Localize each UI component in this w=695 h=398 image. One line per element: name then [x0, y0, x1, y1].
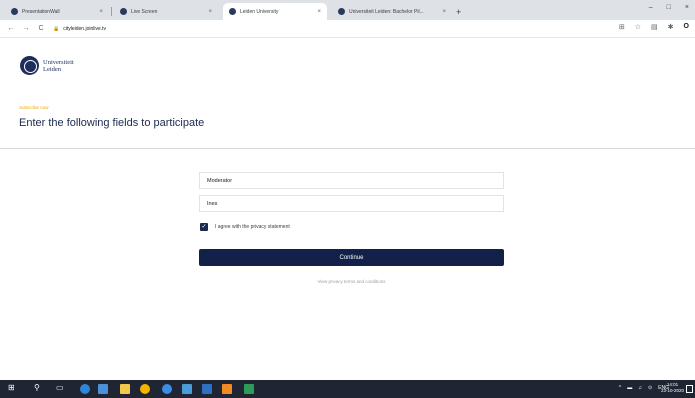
- logo-line-1: Universiteit: [43, 58, 74, 66]
- clock-date: 23-10-2020: [660, 388, 684, 393]
- search-icon[interactable]: ⚲: [34, 383, 40, 392]
- privacy-checkbox-label[interactable]: I agree with the privacy statement: [215, 224, 290, 230]
- screen: PresentationWall × Live Screen × Leiden …: [0, 0, 695, 398]
- edge-icon[interactable]: [80, 384, 90, 394]
- reload-icon[interactable]: C: [37, 25, 45, 32]
- chrome-icon[interactable]: [140, 384, 150, 394]
- name-field[interactable]: [199, 195, 504, 212]
- back-icon[interactable]: ←: [7, 25, 15, 32]
- slack-icon[interactable]: [182, 384, 192, 394]
- page-content: Universiteit Leiden Subscribe now Enter …: [0, 38, 695, 380]
- tab-presentationwall[interactable]: PresentationWall ×: [5, 3, 112, 20]
- tab-label: Universiteit Leiden: Bachelor Pil...: [349, 8, 424, 15]
- header-divider: [0, 148, 695, 149]
- tab-universiteit-leiden-bachelor[interactable]: Universiteit Leiden: Bachelor Pil... ×: [332, 3, 452, 20]
- outlook-icon[interactable]: [202, 384, 212, 394]
- privacy-terms-link[interactable]: View privacy terms and conditions: [199, 279, 504, 284]
- vlc-icon[interactable]: [222, 384, 232, 394]
- new-tab-button[interactable]: +: [456, 3, 461, 20]
- network-icon[interactable]: ⊙: [648, 385, 652, 391]
- privacy-consent[interactable]: ✓ I agree with the privacy statement: [200, 223, 290, 231]
- logo-line-2: Leiden: [43, 65, 62, 73]
- page-title: Enter the following fields to participat…: [19, 117, 205, 129]
- logo-wordmark: Universiteit Leiden: [43, 59, 74, 73]
- subscribe-eyebrow: Subscribe now: [19, 105, 49, 110]
- tab-separator: [111, 7, 112, 16]
- address-bar-row: ← → C 🔒 cityleiden.joinlive.tv ⊞ ☆ ▤ ✱ O: [0, 20, 695, 38]
- volume-icon[interactable]: ♫: [638, 385, 642, 391]
- forward-icon[interactable]: →: [22, 25, 30, 32]
- teams-icon[interactable]: [98, 384, 108, 394]
- translate-icon[interactable]: ⊞: [619, 23, 625, 31]
- profile-icon[interactable]: O: [684, 23, 689, 31]
- university-logo[interactable]: Universiteit Leiden: [20, 56, 74, 75]
- battery-icon[interactable]: ▬: [627, 385, 632, 391]
- site-favicon-icon: [11, 8, 18, 15]
- excel-icon[interactable]: [244, 384, 254, 394]
- role-field[interactable]: [199, 172, 504, 189]
- notification-center-icon[interactable]: [686, 385, 693, 393]
- internet-explorer-icon[interactable]: [162, 384, 172, 394]
- close-window-icon[interactable]: ×: [685, 4, 689, 11]
- minimize-icon[interactable]: –: [649, 4, 653, 11]
- site-favicon-icon: [338, 8, 345, 15]
- browser-tab-strip: PresentationWall × Live Screen × Leiden …: [0, 0, 695, 20]
- url-text: cityleiden.joinlive.tv: [63, 25, 107, 32]
- tab-close-icon[interactable]: ×: [317, 9, 321, 15]
- taskbar-clock[interactable]: 14:01 23-10-2020: [661, 382, 684, 394]
- lock-icon[interactable]: 🔒: [53, 26, 59, 32]
- tab-leiden-university[interactable]: Leiden University ×: [223, 3, 327, 20]
- tab-close-icon[interactable]: ×: [442, 9, 446, 15]
- extension-icon[interactable]: ▤: [651, 23, 658, 31]
- clock-time: 14:01: [666, 382, 679, 387]
- tab-live-screen[interactable]: Live Screen ×: [114, 3, 218, 20]
- site-favicon-icon: [120, 8, 127, 15]
- tab-close-icon[interactable]: ×: [208, 9, 212, 15]
- tab-label: PresentationWall: [22, 8, 60, 15]
- task-view-icon[interactable]: ▭: [56, 383, 64, 392]
- site-favicon-icon: [229, 8, 236, 15]
- windows-start-icon[interactable]: ⊞: [8, 383, 15, 392]
- taskbar: ⊞ ⚲ ▭ ^ ▬ ♫ ⊙ ENG 14:01 23-10-2020: [0, 380, 695, 398]
- url-bar[interactable]: 🔒 cityleiden.joinlive.tv: [53, 23, 613, 35]
- tab-close-icon[interactable]: ×: [99, 9, 103, 15]
- star-icon[interactable]: ☆: [635, 23, 641, 31]
- file-explorer-icon[interactable]: [120, 384, 130, 394]
- continue-button[interactable]: Continue: [199, 249, 504, 266]
- tab-label: Leiden University: [240, 8, 279, 15]
- browser-toolbar: ⊞ ☆ ▤ ✱ O: [619, 23, 689, 31]
- puzzle-icon[interactable]: ✱: [668, 23, 674, 31]
- university-seal-icon: [20, 56, 39, 75]
- tab-label: Live Screen: [131, 8, 158, 15]
- window-controls: – □ ×: [649, 4, 689, 11]
- tray-overflow-icon[interactable]: ^: [619, 385, 621, 391]
- privacy-checkbox[interactable]: ✓: [200, 223, 208, 231]
- maximize-icon[interactable]: □: [667, 4, 671, 11]
